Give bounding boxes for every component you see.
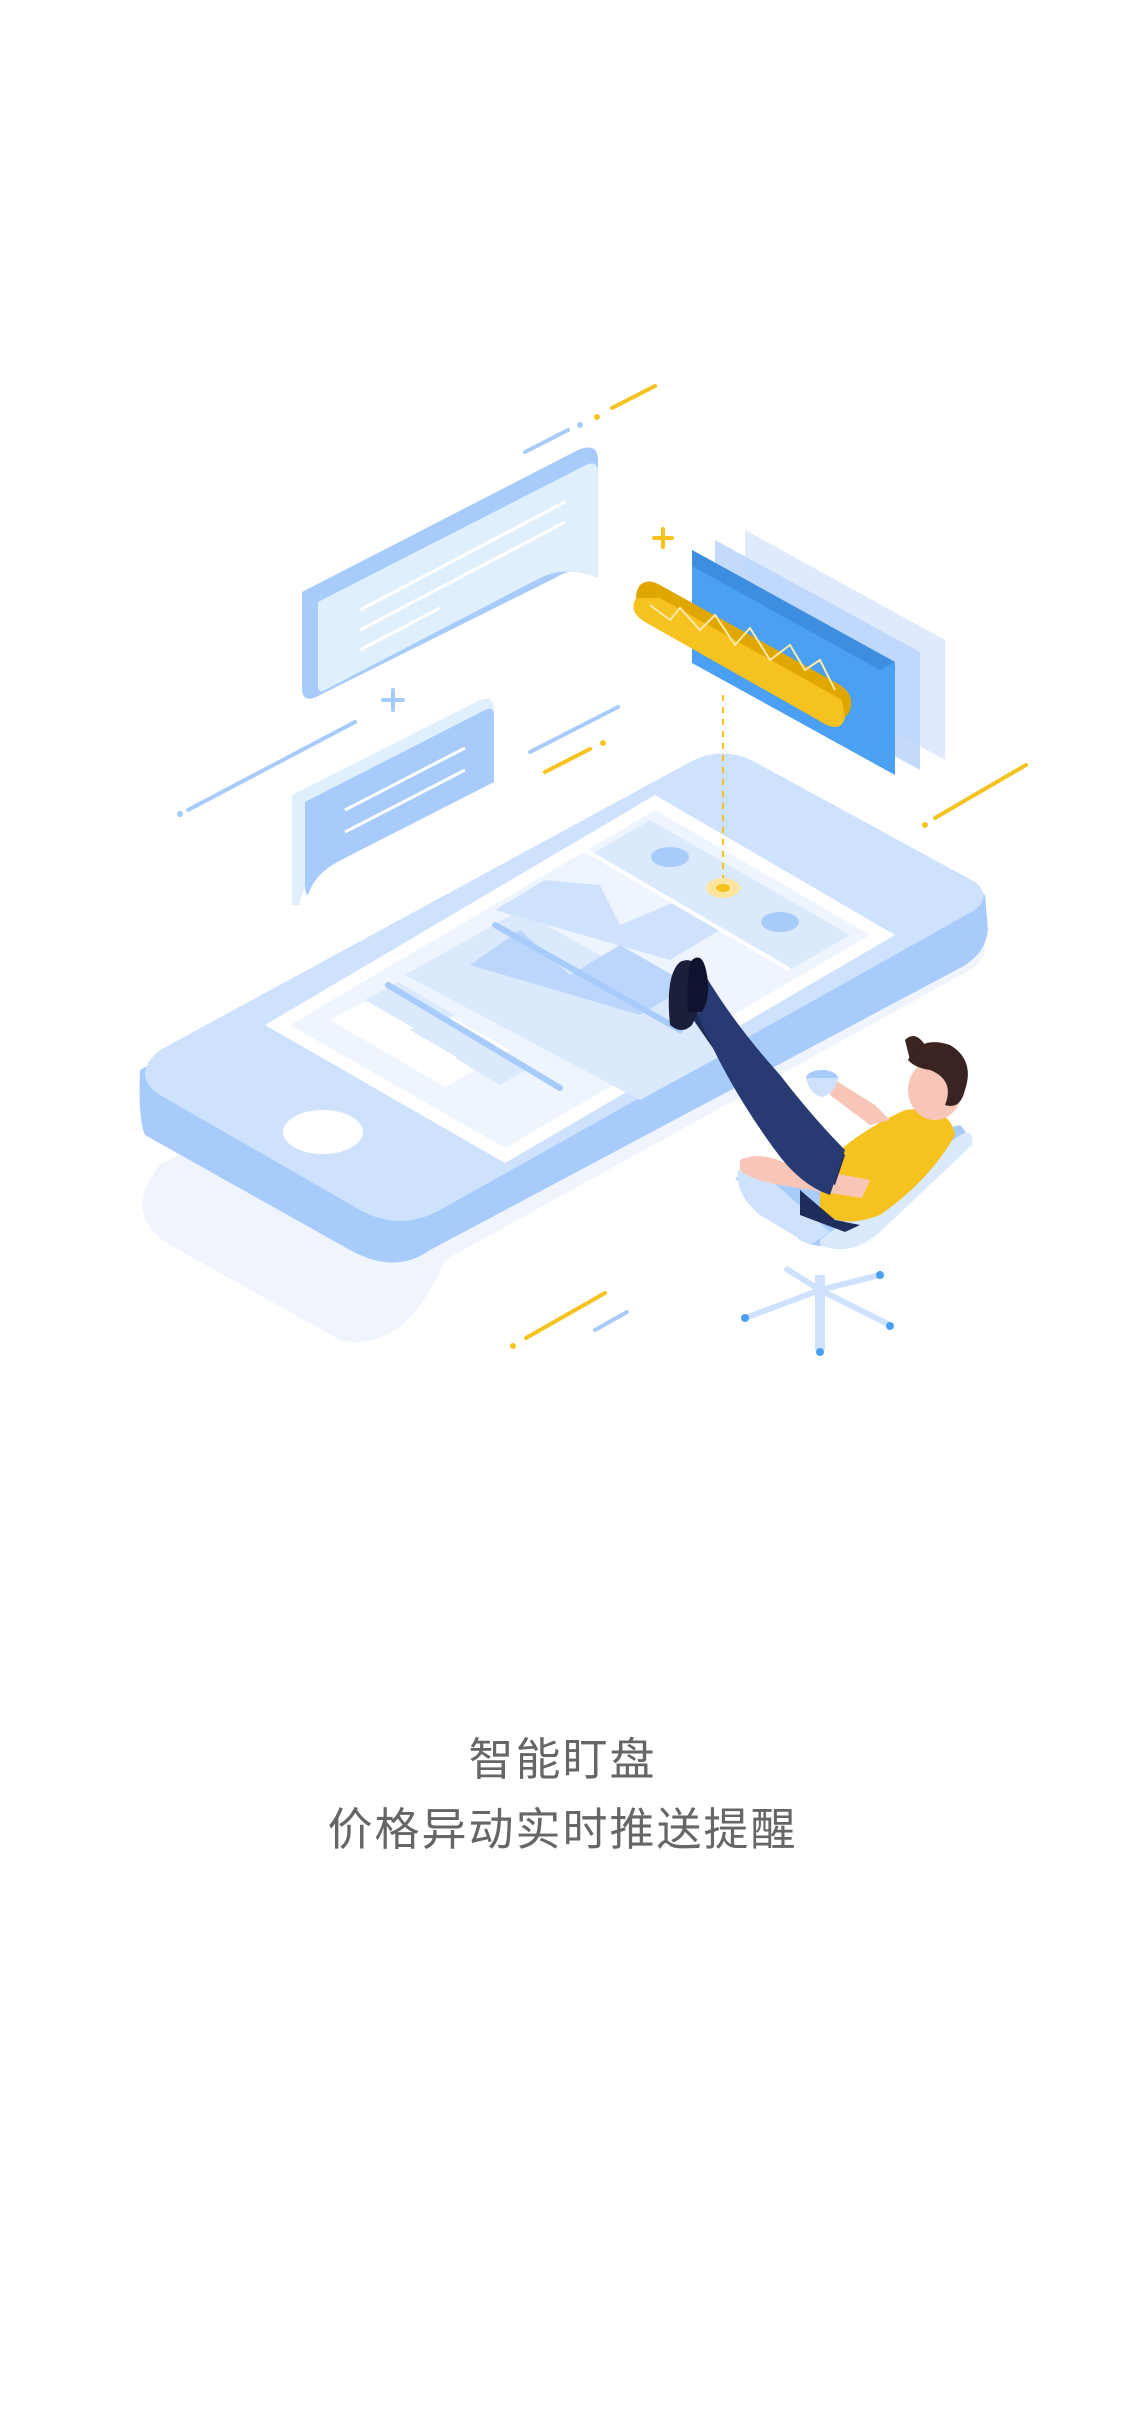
chat-bubble-icon bbox=[302, 447, 598, 699]
onboarding-illustration bbox=[139, 384, 1028, 1356]
onboarding-caption: 智能盯盘 价格异动实时推送提醒 bbox=[0, 1725, 1125, 1865]
onboarding-subtitle: 价格异动实时推送提醒 bbox=[327, 1803, 798, 1856]
home-button-icon bbox=[283, 1110, 363, 1154]
chat-bubble-small-icon bbox=[292, 698, 494, 905]
onboarding-title: 智能盯盘 bbox=[468, 1733, 657, 1786]
price-chart-cards-icon bbox=[633, 530, 945, 775]
